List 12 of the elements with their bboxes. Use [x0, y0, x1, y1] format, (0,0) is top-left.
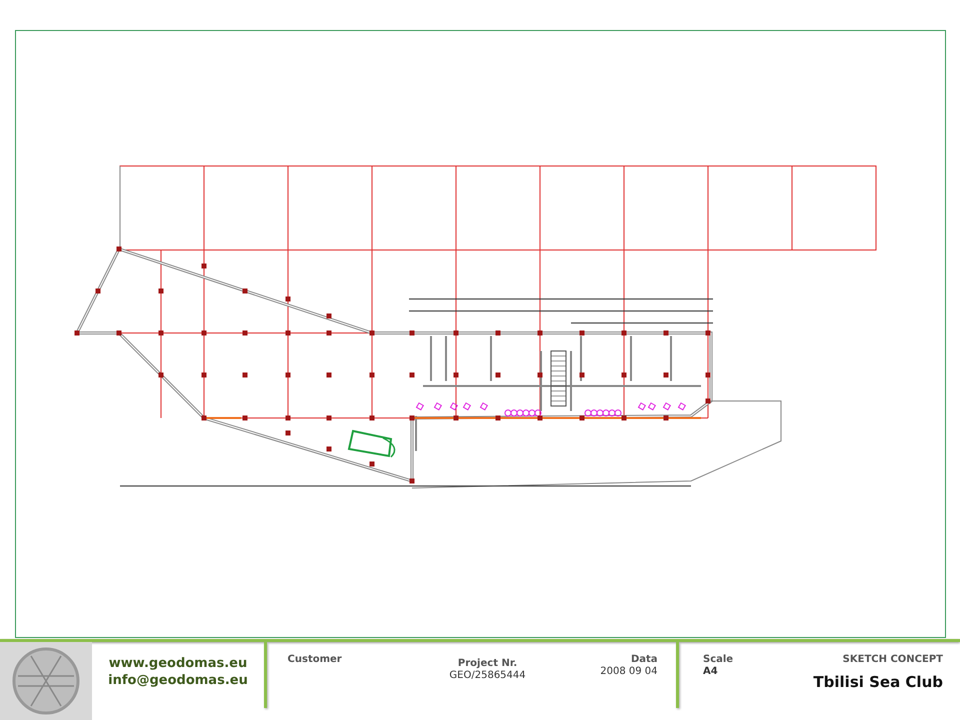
website-link[interactable]: www.geodomas.eu — [108, 656, 248, 671]
project-number-label: Project Nr. — [458, 658, 518, 669]
project-title: Tbilisi Sea Club — [813, 673, 943, 691]
date-label: Data — [630, 654, 658, 665]
customer-label: Customer — [288, 654, 342, 665]
logo-icon — [0, 642, 92, 720]
project-number-value: GEO/25865444 — [449, 670, 526, 681]
scale-label: Scale — [703, 654, 734, 665]
date-value: 2008 09 04 — [600, 666, 658, 677]
email-link[interactable]: info@geodomas.eu — [108, 673, 248, 688]
document-type: SKETCH CONCEPT — [842, 654, 943, 665]
scale-value: A4 — [703, 666, 718, 677]
